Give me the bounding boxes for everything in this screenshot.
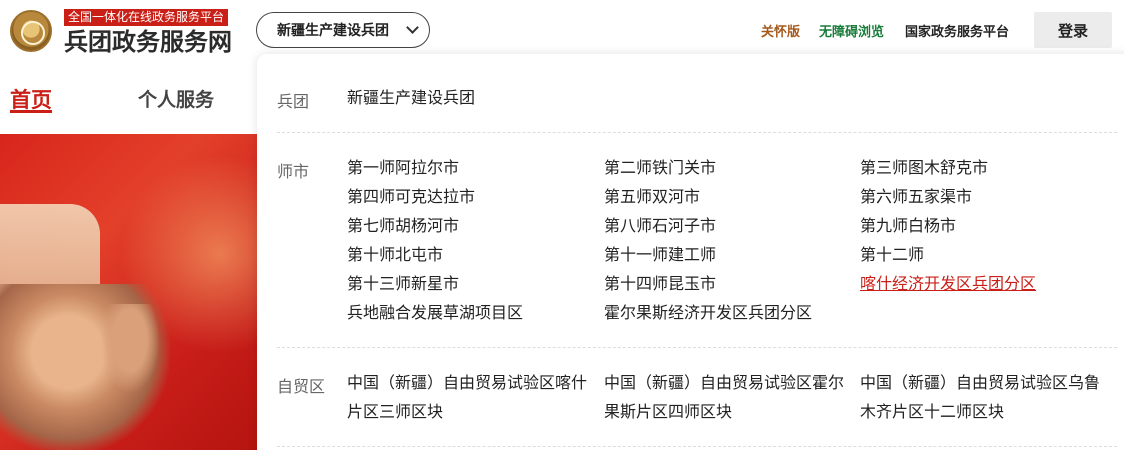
region-item-hovered[interactable]: 喀什经济开发区兵团分区: [860, 274, 1036, 294]
region-item[interactable]: 第六师五家渠市: [860, 187, 972, 207]
nav-active-indicator: [10, 110, 52, 113]
hero-banner-image: [0, 134, 258, 450]
region-select-value: 新疆生产建设兵团: [277, 23, 389, 39]
region-item[interactable]: 第三师图木舒克市: [860, 158, 988, 178]
national-platform-link[interactable]: 国家政务服务平台: [905, 21, 1009, 40]
region-item[interactable]: 中国（新疆）自由贸易试验区乌鲁木齐片区十二师区块: [860, 368, 1112, 426]
nav-personal-service[interactable]: 个人服务: [138, 85, 214, 112]
login-button[interactable]: 登录: [1034, 12, 1112, 48]
region-item[interactable]: 第十一师建工师: [604, 245, 716, 265]
region-item[interactable]: 第十师北屯市: [347, 245, 443, 265]
region-item[interactable]: 霍尔果斯经济开发区兵团分区: [604, 303, 812, 323]
hero-horse-sculpture: [100, 304, 160, 394]
region-item[interactable]: 第五师双河市: [604, 187, 700, 207]
chevron-down-icon: [406, 21, 419, 34]
accessible-browse-link[interactable]: 无障碍浏览: [819, 21, 884, 40]
region-item[interactable]: 第四师可克达拉市: [347, 187, 475, 207]
section-divider: [277, 446, 1117, 447]
region-item[interactable]: 第二师铁门关市: [604, 158, 716, 178]
region-item[interactable]: 第七师胡杨河市: [347, 216, 459, 236]
section-divider: [277, 347, 1117, 348]
region-item[interactable]: 中国（新疆）自由贸易试验区喀什片区三师区块: [347, 368, 599, 426]
region-item[interactable]: 新疆生产建设兵团: [347, 88, 475, 108]
region-item[interactable]: 兵地融合发展草湖项目区: [347, 303, 523, 323]
region-item[interactable]: 第十三师新星市: [347, 274, 459, 294]
page: 全国一体化在线政务服务平台 兵团政务服务网 新疆生产建设兵团 关怀版 无障碍浏览…: [0, 0, 1124, 450]
header: 全国一体化在线政务服务平台 兵团政务服务网 新疆生产建设兵团 关怀版 无障碍浏览…: [0, 0, 1124, 62]
platform-tag: 全国一体化在线政务服务平台: [64, 9, 229, 26]
region-item[interactable]: 第十二师: [860, 245, 924, 265]
bingtuan-emblem-logo[interactable]: [10, 10, 52, 52]
region-item[interactable]: 中国（新疆）自由贸易试验区霍尔果斯片区四师区块: [604, 368, 856, 426]
section-label-bingtuan: 兵团: [277, 92, 310, 111]
region-select[interactable]: 新疆生产建设兵团: [256, 12, 430, 48]
region-item[interactable]: 第八师石河子市: [604, 216, 716, 236]
region-item[interactable]: 第九师白杨市: [860, 216, 956, 236]
region-item[interactable]: 第十四师昆玉市: [604, 274, 716, 294]
region-dropdown-panel: 兵团 新疆生产建设兵团 师市 第一师阿拉尔市 第二师铁门关市 第三师图木舒克市 …: [257, 54, 1124, 450]
section-divider: [277, 132, 1117, 133]
section-label-shishi: 师市: [277, 162, 310, 181]
site-title[interactable]: 兵团政务服务网: [64, 27, 232, 57]
section-label-zimaoqu: 自贸区: [277, 377, 326, 396]
care-mode-link[interactable]: 关怀版: [761, 21, 800, 40]
region-item[interactable]: 第一师阿拉尔市: [347, 158, 459, 178]
